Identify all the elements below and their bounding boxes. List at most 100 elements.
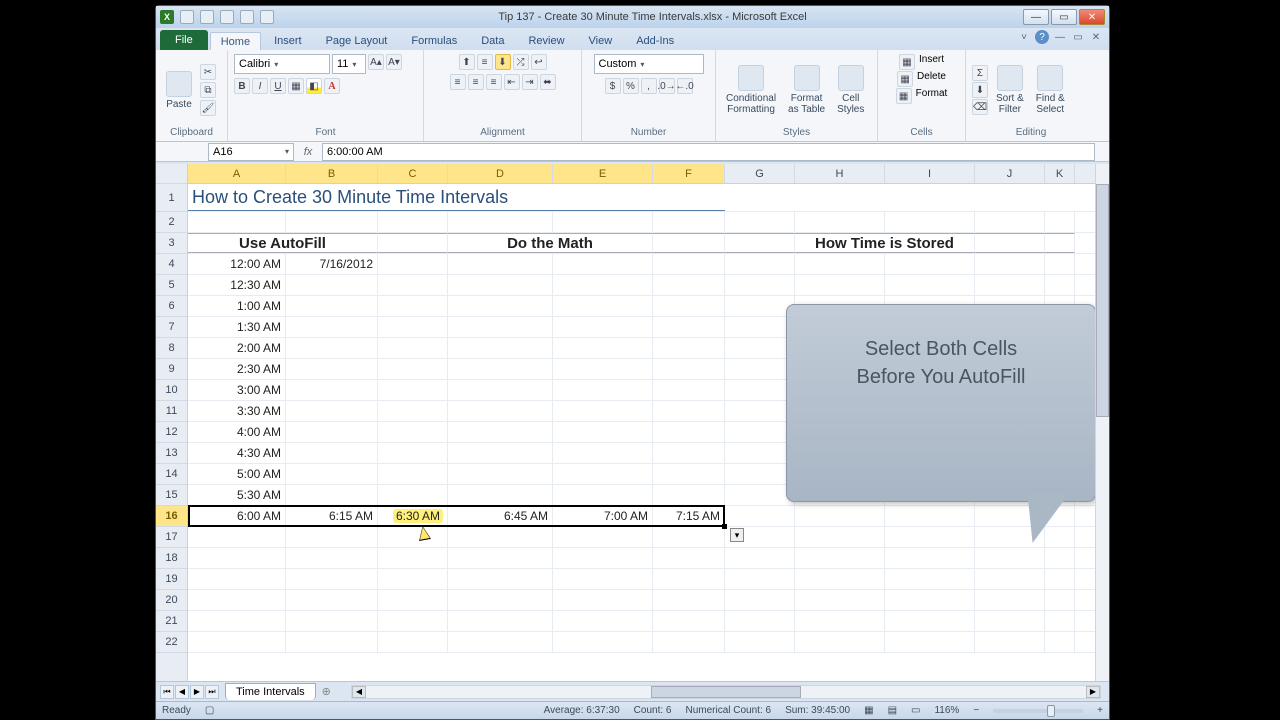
delete-cells-icon[interactable]: ▦ — [897, 71, 913, 87]
cell[interactable]: 6:00 AM — [188, 506, 286, 526]
cell[interactable] — [378, 233, 448, 253]
cell[interactable] — [653, 464, 725, 484]
cell[interactable] — [448, 485, 553, 505]
vscroll-thumb[interactable] — [1096, 184, 1109, 417]
format-painter-icon[interactable]: 🖌 — [200, 100, 216, 116]
row-header-12[interactable]: 12 — [156, 422, 187, 443]
cell[interactable] — [1045, 611, 1075, 631]
cell[interactable] — [188, 212, 286, 232]
font-size-combo[interactable]: 11▾ — [332, 54, 366, 74]
cell[interactable]: 6:15 AM — [286, 506, 378, 526]
grid[interactable]: ABCDEFGHIJK How to Create 30 Minute Time… — [188, 164, 1109, 681]
cell[interactable] — [653, 212, 725, 232]
row-header-8[interactable]: 8 — [156, 338, 187, 359]
cell[interactable] — [725, 317, 795, 337]
cell[interactable] — [653, 569, 725, 589]
row-header-15[interactable]: 15 — [156, 485, 187, 506]
insert-cells-icon[interactable]: ▦ — [899, 54, 915, 70]
cell[interactable] — [448, 212, 553, 232]
row-header-20[interactable]: 20 — [156, 590, 187, 611]
cell[interactable] — [725, 275, 795, 295]
cell[interactable] — [553, 212, 653, 232]
cell[interactable] — [885, 212, 975, 232]
sheet-nav-last[interactable]: ⏭ — [205, 685, 219, 699]
cell[interactable] — [553, 338, 653, 358]
align-left-icon[interactable]: ≡ — [450, 74, 466, 90]
cell[interactable] — [975, 569, 1045, 589]
cell[interactable]: 7/16/2012 — [286, 254, 378, 274]
cell[interactable] — [553, 632, 653, 652]
cell[interactable] — [725, 254, 795, 274]
cell[interactable] — [795, 611, 885, 631]
row-header-18[interactable]: 18 — [156, 548, 187, 569]
cell[interactable] — [188, 590, 286, 610]
cell[interactable] — [553, 590, 653, 610]
row-header-3[interactable]: 3 — [156, 233, 187, 254]
accounting-format-icon[interactable]: $ — [605, 78, 621, 94]
grow-font-icon[interactable]: A▴ — [368, 54, 384, 70]
cell[interactable] — [378, 611, 448, 631]
cell[interactable] — [725, 401, 795, 421]
doc-minimize-icon[interactable]: — — [1053, 30, 1067, 44]
cell[interactable] — [448, 254, 553, 274]
maximize-button[interactable]: ▭ — [1051, 9, 1077, 25]
worksheet[interactable]: 12345678910111213141516171819202122 ABCD… — [156, 164, 1109, 681]
cell[interactable] — [286, 296, 378, 316]
zoom-level[interactable]: 116% — [934, 705, 959, 716]
cell[interactable] — [286, 569, 378, 589]
row-header-11[interactable]: 11 — [156, 401, 187, 422]
cell[interactable]: 4:00 AM — [188, 422, 286, 442]
cell[interactable] — [795, 527, 885, 547]
minimize-button[interactable]: — — [1023, 9, 1049, 25]
sheet-nav-first[interactable]: ⏮ — [160, 685, 174, 699]
cell[interactable] — [553, 422, 653, 442]
row-header-1[interactable]: 1 — [156, 184, 187, 212]
cell[interactable] — [725, 233, 795, 253]
cell[interactable] — [286, 212, 378, 232]
cell[interactable]: 7:00 AM — [553, 506, 653, 526]
cell[interactable] — [188, 632, 286, 652]
cell[interactable] — [448, 296, 553, 316]
cell[interactable] — [448, 359, 553, 379]
italic-button[interactable]: I — [252, 78, 268, 94]
select-all-corner[interactable] — [156, 164, 187, 184]
cell[interactable]: 5:30 AM — [188, 485, 286, 505]
cell[interactable] — [553, 443, 653, 463]
cell[interactable] — [885, 254, 975, 274]
cell[interactable] — [653, 548, 725, 568]
horizontal-scrollbar[interactable]: ◀ ▶ — [351, 685, 1101, 699]
cell[interactable] — [795, 254, 885, 274]
cell[interactable] — [653, 359, 725, 379]
row-header-9[interactable]: 9 — [156, 359, 187, 380]
autofill-options-icon[interactable]: ▾ — [730, 528, 744, 542]
col-header-D[interactable]: D — [448, 164, 553, 183]
clear-icon[interactable]: ⌫ — [972, 99, 988, 115]
cell[interactable] — [725, 443, 795, 463]
cell[interactable] — [725, 569, 795, 589]
cell[interactable] — [286, 380, 378, 400]
cell[interactable] — [725, 464, 795, 484]
cell[interactable] — [378, 527, 448, 547]
cell[interactable] — [378, 485, 448, 505]
col-header-J[interactable]: J — [975, 164, 1045, 183]
cell[interactable] — [378, 296, 448, 316]
cell[interactable] — [286, 590, 378, 610]
cell[interactable] — [448, 611, 553, 631]
align-middle-icon[interactable]: ≡ — [477, 54, 493, 70]
tab-file[interactable]: File — [160, 30, 208, 50]
col-header-B[interactable]: B — [286, 164, 378, 183]
cell[interactable] — [378, 548, 448, 568]
cell[interactable] — [553, 275, 653, 295]
cell[interactable] — [448, 548, 553, 568]
font-color-button[interactable]: A — [324, 78, 340, 94]
cell[interactable] — [1045, 590, 1075, 610]
view-normal-icon[interactable]: ▦ — [864, 705, 873, 716]
cell[interactable] — [795, 212, 885, 232]
col-header-E[interactable]: E — [553, 164, 653, 183]
row-header-2[interactable]: 2 — [156, 212, 187, 233]
cell[interactable] — [448, 317, 553, 337]
tab-view[interactable]: View — [578, 31, 624, 50]
tab-review[interactable]: Review — [517, 31, 575, 50]
cell[interactable] — [448, 527, 553, 547]
merge-center-icon[interactable]: ⬌ — [540, 74, 556, 90]
